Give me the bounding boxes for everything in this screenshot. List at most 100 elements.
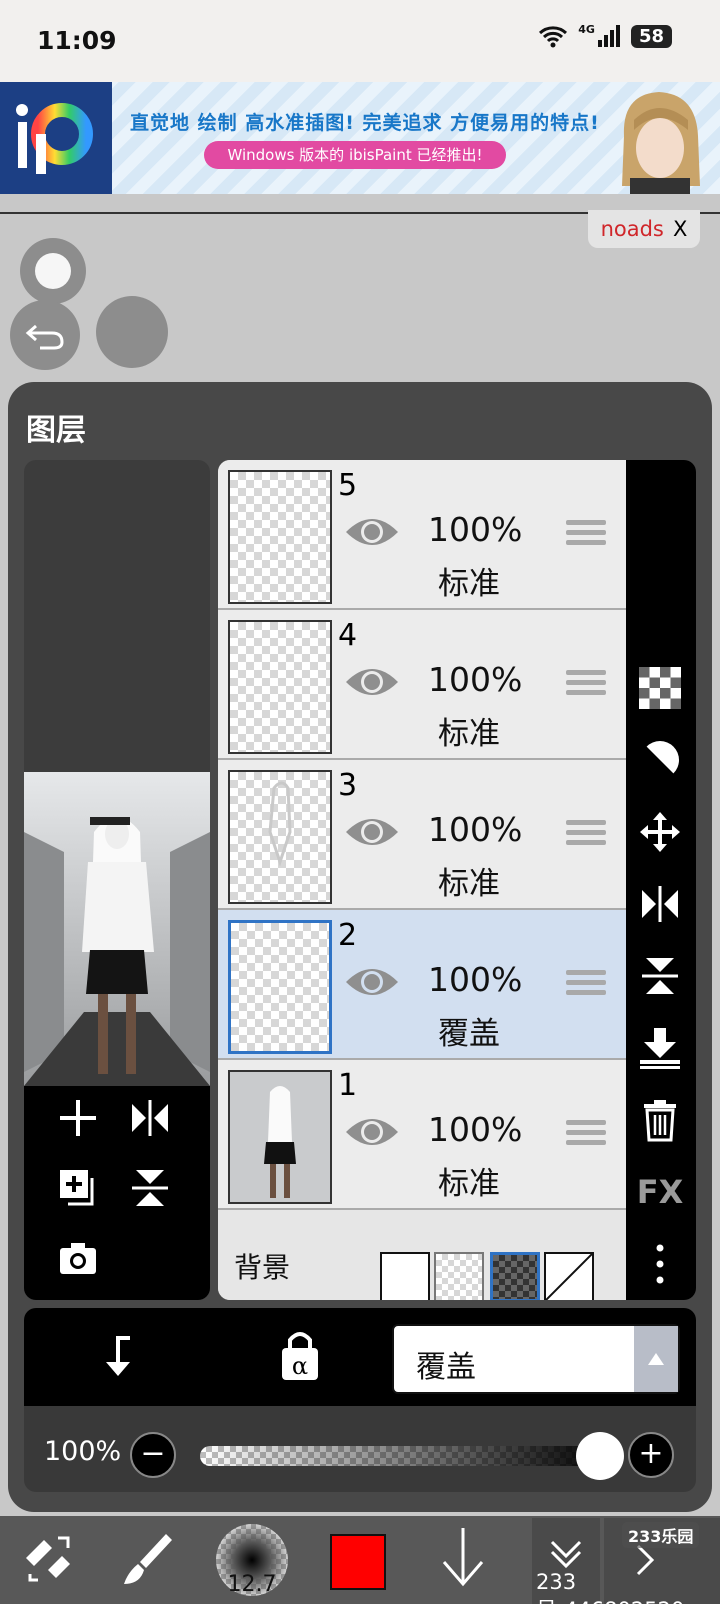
layer-blend-mode: 标准 <box>438 866 500 902</box>
opacity-decrease-button[interactable]: − <box>130 1432 176 1478</box>
layer-thumbnail[interactable] <box>228 620 332 754</box>
camera-icon <box>60 1243 96 1274</box>
flip-horizontal-icon <box>642 886 678 922</box>
layer-number: 2 <box>338 918 358 953</box>
add-layer-button[interactable] <box>50 1090 106 1146</box>
flip-layer-vertical-button[interactable] <box>632 952 688 1000</box>
wifi-icon <box>539 26 568 48</box>
trash-icon <box>644 1100 676 1142</box>
alpha-lock-icon: α <box>282 1332 318 1380</box>
delete-layer-button[interactable] <box>632 1096 688 1144</box>
background-white-option[interactable] <box>380 1252 430 1300</box>
merge-down-button[interactable] <box>632 1024 688 1072</box>
blend-mode-select[interactable]: 覆盖 <box>392 1324 680 1394</box>
tool-switch-button[interactable] <box>18 1528 80 1590</box>
move-icon <box>640 812 680 852</box>
layer-row[interactable]: 4 100% 标准 <box>218 610 626 760</box>
ad-close-button[interactable]: X <box>673 217 687 241</box>
ad-illustration <box>604 86 714 194</box>
color-swatch[interactable] <box>330 1534 386 1590</box>
layer-opacity: 100% <box>428 960 523 999</box>
plus-icon <box>60 1100 96 1136</box>
layer-list[interactable]: 5 100% 标准 4 100% 标准 3 100% 标准 2 100% 覆盖 … <box>218 460 626 1300</box>
layer-opacity: 100% <box>428 1110 523 1149</box>
eye-icon[interactable] <box>344 662 400 702</box>
blend-mode-value: 覆盖 <box>416 1350 476 1385</box>
eraser-swap-icon <box>26 1536 70 1582</box>
layer-blend-mode: 标准 <box>438 566 500 602</box>
noads-label[interactable]: noads <box>601 217 664 241</box>
background-label: 背景 <box>234 1251 291 1284</box>
layer-thumbnail[interactable] <box>228 1070 332 1204</box>
opacity-slider-thumb[interactable] <box>576 1432 624 1480</box>
redo-button[interactable] <box>96 296 168 368</box>
flip-vertical-button[interactable] <box>122 1160 178 1216</box>
fx-button[interactable]: FX <box>632 1168 688 1216</box>
layer-opacity: 100% <box>428 810 523 849</box>
panel-title: 图层 <box>26 413 86 448</box>
alpha-lock-button[interactable]: α <box>272 1326 328 1386</box>
layer-down-button[interactable] <box>432 1522 494 1594</box>
duplicate-icon <box>60 1170 94 1206</box>
canvas-preview-image <box>24 772 210 1086</box>
layer-number: 3 <box>338 768 358 803</box>
signal-icon <box>597 25 620 47</box>
brush-size-button[interactable] <box>20 238 86 304</box>
flip-layer-horizontal-button[interactable] <box>632 880 688 928</box>
opacity-slider[interactable] <box>200 1446 610 1466</box>
brush-tool-button[interactable] <box>116 1528 178 1590</box>
camera-button[interactable] <box>50 1230 106 1286</box>
eye-icon[interactable] <box>344 1112 400 1152</box>
undo-icon <box>25 324 64 350</box>
eye-icon[interactable] <box>344 962 400 1002</box>
layer-blend-mode: 标准 <box>438 716 500 752</box>
flip-horizontal-icon <box>132 1100 168 1136</box>
layer-row[interactable]: 5 100% 标准 <box>218 460 626 610</box>
chevron-down-icon <box>550 1540 582 1569</box>
layer-thumbnail[interactable] <box>228 920 332 1054</box>
background-none-option[interactable] <box>544 1252 594 1300</box>
flip-vertical-icon <box>132 1170 168 1206</box>
clipping-button[interactable] <box>632 736 688 784</box>
layer-blend-mode: 覆盖 <box>438 1016 500 1052</box>
flip-horizontal-button[interactable] <box>122 1090 178 1146</box>
ad-subline: Windows 版本的 ibisPaint 已经推出! <box>204 141 506 169</box>
triangle-up-icon <box>648 1353 664 1365</box>
layer-row[interactable]: 3 100% 标准 <box>218 760 626 910</box>
status-icons: 4G 58 <box>538 22 672 48</box>
noads-badge[interactable]: noads X <box>588 210 700 248</box>
layer-opacity: 100% <box>428 510 523 549</box>
duplicate-layer-button[interactable] <box>50 1160 106 1216</box>
undo-button[interactable] <box>10 300 80 370</box>
brush-icon <box>124 1534 172 1584</box>
layer-thumbnail[interactable] <box>228 470 332 604</box>
clip-arrow-icon <box>106 1336 130 1376</box>
more-options-button[interactable] <box>632 1240 688 1288</box>
layer-row-selected[interactable]: 2 100% 覆盖 <box>218 910 626 1060</box>
drag-handle-icon[interactable] <box>566 1120 606 1150</box>
clip-arrow-button[interactable] <box>92 1328 148 1384</box>
drag-handle-icon[interactable] <box>566 670 606 700</box>
watermark-text: 233号:446802520 <box>536 1570 684 1604</box>
status-time: 11:09 <box>37 26 117 55</box>
opacity-label: 100% <box>44 1436 122 1467</box>
drag-handle-icon[interactable] <box>566 520 606 550</box>
arrow-down-icon <box>442 1528 484 1587</box>
layer-row[interactable]: 1 100% 标准 <box>218 1060 626 1210</box>
move-layer-button[interactable] <box>632 808 688 856</box>
drag-handle-icon[interactable] <box>566 820 606 850</box>
invert-icon <box>640 741 679 780</box>
layer-thumbnail[interactable] <box>228 770 332 904</box>
opacity-increase-button[interactable]: + <box>628 1432 674 1478</box>
network-type: 4G <box>578 22 595 36</box>
brush-size-value: 12.7 <box>227 1572 277 1597</box>
background-transparent-option[interactable] <box>434 1252 484 1300</box>
background-dark-option[interactable] <box>490 1252 540 1300</box>
layer-number: 5 <box>338 468 358 503</box>
dropdown-toggle[interactable] <box>634 1326 678 1392</box>
transparency-button[interactable] <box>632 664 688 712</box>
drag-handle-icon[interactable] <box>566 970 606 1000</box>
eye-icon[interactable] <box>344 512 400 552</box>
eye-icon[interactable] <box>344 812 400 852</box>
flip-vertical-icon <box>642 958 678 994</box>
